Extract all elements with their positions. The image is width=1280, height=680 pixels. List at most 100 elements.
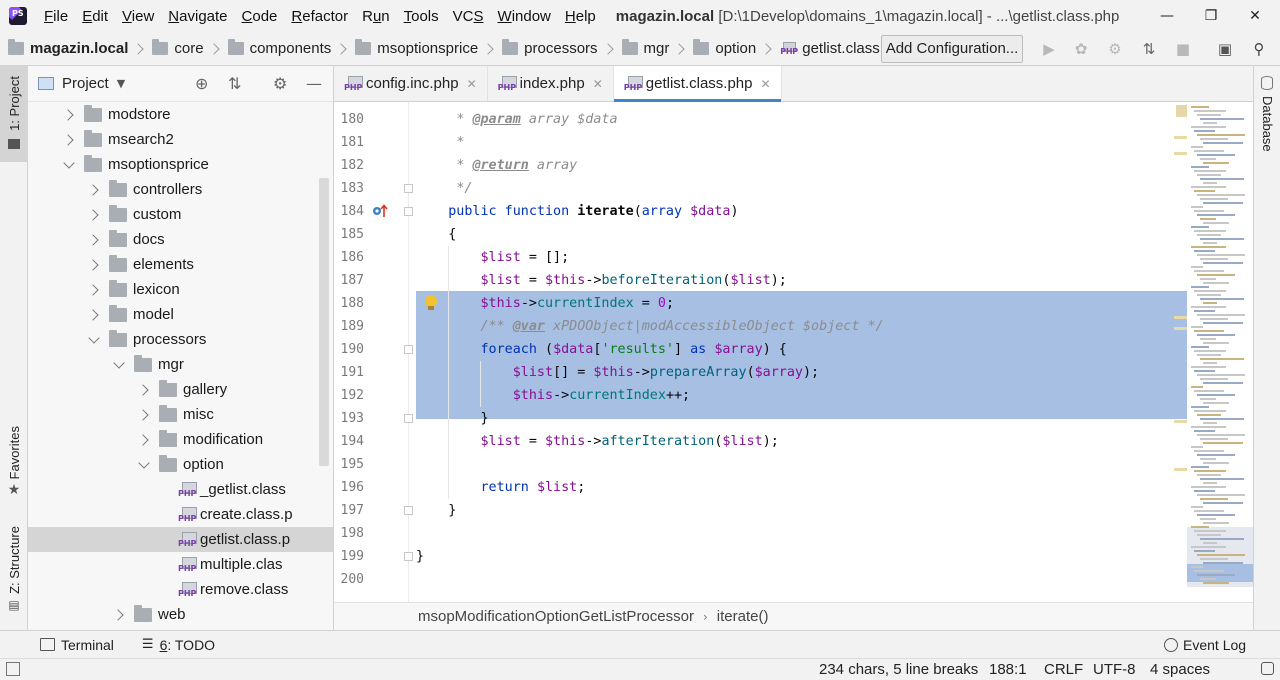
menu-code[interactable]: Code [242,8,278,25]
fold-marker-icon[interactable] [404,552,413,561]
file-encoding[interactable]: UTF-8 [1093,661,1136,678]
chevron-right-icon[interactable] [110,606,128,624]
tree-folder[interactable]: msoptionsprice [28,152,333,177]
tree-folder[interactable]: misc [28,402,333,427]
chevron-right-icon[interactable] [85,231,103,249]
chevron-down-icon[interactable] [110,356,128,374]
editor-tab[interactable]: PHP config.inc.php ✕ [334,66,488,101]
tree-folder[interactable]: model [28,302,333,327]
breadcrumb-item[interactable]: processors [502,39,598,57]
project-panel-title[interactable]: Project [62,75,109,92]
editor-tab[interactable]: PHP index.php ✕ [488,66,614,101]
close-window-icon[interactable]: ✕ [1245,6,1265,26]
tab-structure[interactable]: Z: Structure ▤ [0,526,28,612]
menu-window[interactable]: Window [498,8,551,25]
tree-scrollbar[interactable] [319,178,329,466]
tree-folder[interactable]: gallery [28,377,333,402]
lock-icon[interactable] [1261,662,1274,675]
tree-file[interactable]: PHP remove.class [28,577,333,602]
coverage-icon[interactable]: ⚙ [1106,40,1124,58]
tree-file[interactable]: PHP multiple.clas [28,552,333,577]
search-icon[interactable]: ⚲ [1250,40,1268,58]
caret-position[interactable]: 188:1 [989,661,1027,678]
minimize-icon[interactable]: — [1157,6,1177,26]
breadcrumb-item[interactable]: magazin.local [8,39,128,57]
menu-run[interactable]: Run [362,8,390,25]
breadcrumb-item[interactable]: mgr [621,39,669,57]
todo-tab[interactable]: ☰ 6: TODO [142,637,215,653]
code-minimap[interactable] [1187,102,1253,602]
chevron-down-icon[interactable] [60,156,78,174]
implements-method-icon[interactable] [372,204,388,218]
tab-project[interactable]: 1: Project [0,66,28,162]
close-icon[interactable]: ✕ [467,77,477,91]
chevron-right-icon[interactable] [135,406,153,424]
hide-panel-icon[interactable]: — [306,74,322,93]
chevron-right-icon[interactable] [60,131,78,149]
tree-folder[interactable]: processors [28,327,333,352]
editor-tab[interactable]: PHP getlist.class.php ✕ [613,66,782,102]
breadcrumb-item[interactable]: core [152,39,204,57]
gear-icon[interactable]: ⚙ [273,74,287,93]
chevron-right-icon[interactable] [60,106,78,124]
menu-file[interactable]: File [44,8,68,25]
tree-folder[interactable]: msearch2 [28,127,333,152]
chevron-down-icon[interactable]: ▼ [117,77,125,90]
breadcrumb-item[interactable]: option [693,39,756,57]
menu-refactor[interactable]: Refactor [291,8,348,25]
tree-folder[interactable]: controllers [28,177,333,202]
collapse-all-icon[interactable]: ⇅ [228,74,241,93]
breadcrumb-item[interactable]: components [227,39,331,57]
tree-folder[interactable]: mgr [28,352,333,377]
chevron-right-icon[interactable] [85,181,103,199]
code-editor[interactable]: 180 181 182 183 184 185 186 187 188 189 190 191 192 1… [334,102,1253,602]
chevron-down-icon[interactable] [135,456,153,474]
menu-tools[interactable]: Tools [404,8,439,25]
class-crumb[interactable]: msopModificationOptionGetListProcessor [418,608,694,625]
line-separator[interactable]: CRLF [1044,661,1083,678]
tree-folder[interactable]: option [28,452,333,477]
menu-navigate[interactable]: Navigate [168,8,227,25]
locate-icon[interactable]: ⊕ [195,74,208,93]
terminal-tab[interactable]: Terminal [40,637,114,653]
tab-database[interactable]: Database [1260,96,1275,152]
lightbulb-icon[interactable] [424,295,438,311]
menu-view[interactable]: View [122,8,154,25]
close-icon[interactable]: ✕ [761,77,771,91]
stop-icon[interactable]: ■ [1174,40,1192,58]
tree-file[interactable]: PHP _getlist.class [28,477,333,502]
tab-favorites[interactable]: Favorites ★ [0,426,28,498]
maximize-icon[interactable]: ❐ [1201,6,1221,26]
menu-help[interactable]: Help [565,8,596,25]
fold-marker-icon[interactable] [404,414,413,423]
tree-folder[interactable]: web [28,602,333,627]
fold-marker-icon[interactable] [404,207,413,216]
tree-folder[interactable]: custom [28,202,333,227]
chevron-right-icon[interactable] [85,206,103,224]
tree-folder[interactable]: modification [28,427,333,452]
tree-file[interactable]: PHP getlist.class.p [28,527,333,552]
fold-marker-icon[interactable] [404,184,413,193]
chevron-right-icon[interactable] [85,306,103,324]
chevron-right-icon[interactable] [135,381,153,399]
chevron-down-icon[interactable] [85,331,103,349]
method-crumb[interactable]: iterate() [717,608,769,625]
fold-marker-icon[interactable] [404,345,413,354]
tree-file[interactable]: PHP create.class.p [28,502,333,527]
tree-folder[interactable]: modstore [28,102,333,127]
add-configuration-button[interactable]: Add Configuration... [881,35,1023,63]
tree-folder[interactable]: lexicon [28,277,333,302]
indent-setting[interactable]: 4 spaces [1150,661,1210,678]
tree-folder[interactable]: docs [28,227,333,252]
tree-folder[interactable]: elements [28,252,333,277]
breadcrumb-item[interactable]: msoptionsprice [355,39,478,57]
chevron-right-icon[interactable] [85,256,103,274]
chevron-right-icon[interactable] [135,431,153,449]
menu-vcs[interactable]: VCS [453,8,484,25]
chevron-right-icon[interactable] [85,281,103,299]
toggle-tool-windows-icon[interactable] [6,662,20,676]
event-log-tab[interactable]: Event Log [1164,637,1246,653]
close-icon[interactable]: ✕ [593,77,603,91]
fold-marker-icon[interactable] [404,506,413,515]
terminal-window-icon[interactable]: ▣ [1216,40,1234,58]
